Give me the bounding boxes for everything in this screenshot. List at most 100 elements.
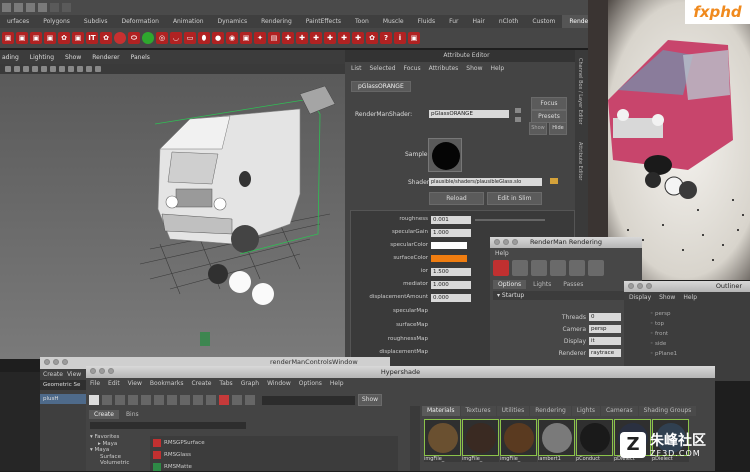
info-icon[interactable]: i <box>394 32 406 44</box>
viewport-menu-lighting[interactable]: Lighting <box>30 54 54 61</box>
close-icon[interactable] <box>628 283 634 289</box>
render-settings-icon[interactable]: ▣ <box>44 32 56 44</box>
graph-icon[interactable] <box>167 395 177 405</box>
swatch[interactable]: lambert1 <box>538 419 575 462</box>
startup-section[interactable]: ▾ Startup <box>493 291 639 300</box>
minimize-icon[interactable] <box>99 368 105 374</box>
rcw-row[interactable]: Geometric Se <box>40 380 86 390</box>
shelf-tab[interactable]: PaintEffects <box>299 15 348 28</box>
layout-icon[interactable] <box>115 395 125 405</box>
red-sphere-icon[interactable] <box>114 32 126 44</box>
minimize-icon[interactable] <box>503 239 509 245</box>
shader-path-field[interactable]: plausible/shaders/plausibleGlass.slo <box>429 178 542 186</box>
hs-menu-item[interactable]: View <box>128 380 142 389</box>
shelf-tab[interactable]: Custom <box>525 15 562 28</box>
hs-menu-item[interactable]: Graph <box>241 380 259 389</box>
ae-menu-item[interactable]: Focus <box>404 62 421 75</box>
swatch[interactable]: imgFile_ <box>500 419 537 462</box>
swatch[interactable]: imgFile_ <box>424 419 461 462</box>
show-button[interactable]: Show <box>358 394 382 406</box>
input-arrow-icon[interactable] <box>515 117 521 122</box>
cross-icon[interactable]: ✚ <box>324 32 336 44</box>
ipr-icon[interactable] <box>550 260 566 276</box>
hs-menu-item[interactable]: Bookmarks <box>150 380 184 389</box>
tab-materials[interactable]: Materials <box>422 406 460 416</box>
extra-icon[interactable]: ▣ <box>408 32 420 44</box>
shelf-tab[interactable]: Dynamics <box>211 15 255 28</box>
tab-bins[interactable]: Bins <box>121 410 144 419</box>
hs-menu-item[interactable]: File <box>90 380 100 389</box>
maximize-icon[interactable] <box>62 359 68 365</box>
rcw-menu-item[interactable]: Create <box>43 371 63 378</box>
folder-icon[interactable] <box>550 178 558 184</box>
layers-icon[interactable]: ▤ <box>268 32 280 44</box>
environment-icon[interactable]: ◎ <box>156 32 168 44</box>
cross-icon[interactable]: ✚ <box>338 32 350 44</box>
shelf-tab[interactable]: Fur <box>442 15 465 28</box>
rcw-row-selected[interactable]: plusH <box>40 394 86 404</box>
tab-options[interactable]: Options <box>493 280 527 289</box>
param-value[interactable]: 0.001 <box>431 216 471 224</box>
swatch[interactable]: imgFile_ <box>462 419 499 462</box>
green-sphere-icon[interactable] <box>142 32 154 44</box>
tab-shading-groups[interactable]: Shading Groups <box>638 406 697 416</box>
wireframe-icon[interactable] <box>41 66 47 72</box>
pause-icon[interactable] <box>512 260 528 276</box>
shelf-tab[interactable]: Muscle <box>376 15 411 28</box>
render-icon[interactable]: ▣ <box>2 32 14 44</box>
hs-menu-item[interactable]: Edit <box>108 380 120 389</box>
pattern-icon[interactable]: ✦ <box>254 32 266 44</box>
shelf-tab[interactable]: Hair <box>466 15 492 28</box>
bulb-icon[interactable]: ✚ <box>282 32 294 44</box>
attribute-editor-side-tab[interactable]: Attribute Editor <box>577 142 583 180</box>
param-value[interactable]: 1.000 <box>431 229 471 237</box>
texture-icon[interactable] <box>59 66 65 72</box>
isolate-icon[interactable] <box>86 66 92 72</box>
shelf-tab[interactable]: nCloth <box>492 15 526 28</box>
create-item[interactable]: RMSGlass <box>150 450 398 460</box>
glass-icon[interactable]: ⬭ <box>128 32 140 44</box>
tab-lights[interactable]: Lights <box>528 280 556 289</box>
select-arrow-icon[interactable] <box>89 395 99 405</box>
swatch[interactable]: pConduct <box>576 419 613 462</box>
close-icon[interactable] <box>494 239 500 245</box>
graph-icon[interactable] <box>180 395 190 405</box>
graph-icon[interactable] <box>193 395 203 405</box>
show-button[interactable]: Show <box>529 122 547 135</box>
tab-utilities[interactable]: Utilities <box>496 406 530 416</box>
maximize-icon[interactable] <box>108 368 114 374</box>
volume-icon[interactable]: ⬮ <box>198 32 210 44</box>
surface-color-swatch[interactable] <box>431 255 467 262</box>
graph-icon[interactable] <box>245 395 255 405</box>
output-arrow-icon[interactable] <box>515 108 521 113</box>
param-slider[interactable] <box>475 219 545 221</box>
edit-in-slim-button[interactable]: Edit in Slim <box>487 192 542 205</box>
grid-icon[interactable] <box>23 66 29 72</box>
close-icon[interactable] <box>44 359 50 365</box>
camera-icon[interactable] <box>5 66 11 72</box>
batch-render-icon[interactable]: ▣ <box>16 32 28 44</box>
minimize-icon[interactable] <box>637 283 643 289</box>
clear-icon[interactable] <box>219 395 229 405</box>
light-icon[interactable] <box>68 66 74 72</box>
param-value[interactable]: 1.000 <box>431 281 471 289</box>
graph-icon[interactable] <box>141 395 151 405</box>
graph-icon[interactable] <box>154 395 164 405</box>
shader-icon[interactable]: ✿ <box>58 32 70 44</box>
shelf-tab[interactable]: Deformation <box>114 15 165 28</box>
surface-icon[interactable]: ▭ <box>184 32 196 44</box>
shadow-icon[interactable] <box>77 66 83 72</box>
bowl-icon[interactable]: ◡ <box>170 32 182 44</box>
area-light-icon[interactable]: ✚ <box>296 32 308 44</box>
texture-icon[interactable]: ▣ <box>240 32 252 44</box>
display-field[interactable]: it <box>589 337 621 345</box>
maya-viewport[interactable] <box>0 74 345 359</box>
hide-button[interactable]: Hide <box>549 122 567 135</box>
maximize-icon[interactable] <box>512 239 518 245</box>
sphere-light-icon[interactable]: ● <box>212 32 224 44</box>
shaded-icon[interactable] <box>50 66 56 72</box>
rect-light-icon[interactable]: ✚ <box>310 32 322 44</box>
rcw-menu-item[interactable]: View <box>67 371 81 378</box>
ae-menu-item[interactable]: Show <box>466 62 482 75</box>
viewport-menu-panels[interactable]: Panels <box>131 54 150 61</box>
